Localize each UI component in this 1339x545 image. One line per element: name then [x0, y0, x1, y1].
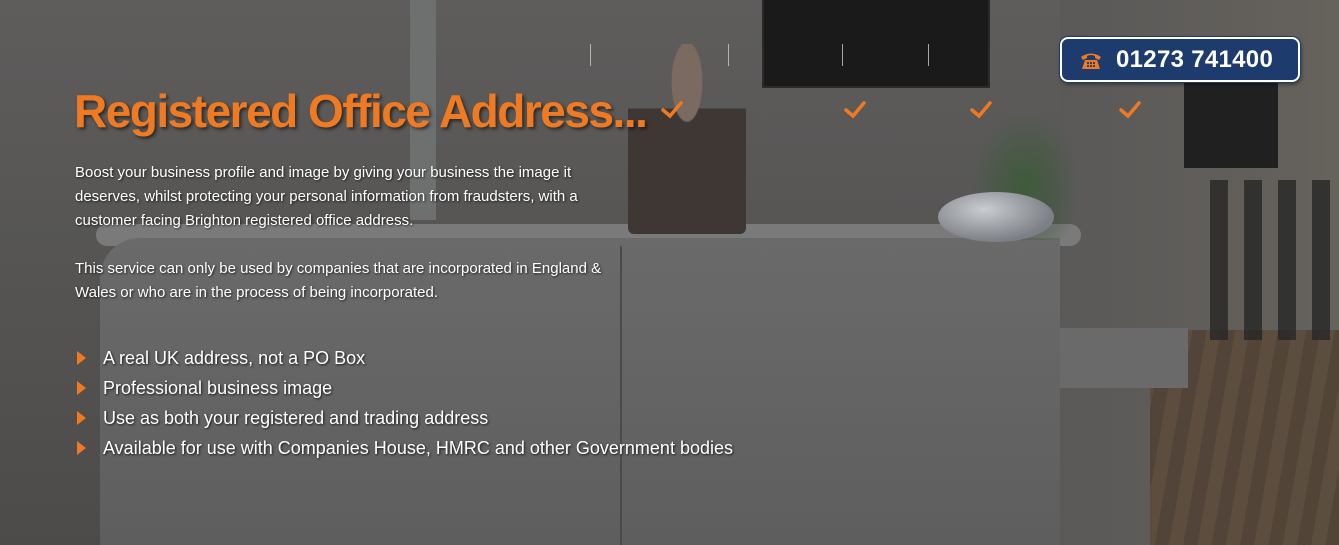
list-item: Professional business image: [77, 373, 733, 403]
feature-list: A real UK address, not a PO Box Professi…: [77, 343, 733, 463]
receptionist-photo: [628, 44, 746, 234]
checkmark-icon: [661, 101, 683, 119]
arrow-right-icon: [77, 351, 86, 365]
divider-line: [842, 44, 843, 66]
checkmark-icon: [844, 101, 866, 119]
reception-desk-side: [1060, 328, 1188, 388]
arrow-right-icon: [77, 441, 86, 455]
list-item: Available for use with Companies House, …: [77, 433, 733, 463]
telephone-icon: [1081, 53, 1101, 69]
feature-text: Use as both your registered and trading …: [103, 407, 489, 428]
divider-line: [928, 44, 929, 66]
background-tv-secondary: [1184, 82, 1278, 168]
divider-line: [728, 44, 729, 66]
list-item: A real UK address, not a PO Box: [77, 343, 733, 373]
background-bowl: [938, 192, 1054, 242]
eligibility-paragraph: This service can only be used by compani…: [75, 260, 602, 301]
intro-paragraph: Boost your business profile and image by…: [75, 164, 578, 229]
feature-text: Professional business image: [103, 377, 333, 398]
background-chairs: [1210, 180, 1339, 340]
feature-text: A real UK address, not a PO Box: [103, 347, 366, 368]
phone-number[interactable]: 01273 741400: [1116, 46, 1273, 74]
checkmark-icon: [1119, 101, 1141, 119]
background-tv: [762, 0, 990, 88]
divider-line: [590, 44, 591, 66]
page-title: Registered Office Address...: [74, 85, 648, 137]
call-phone-button[interactable]: 01273 741400: [1060, 37, 1300, 82]
arrow-right-icon: [77, 411, 86, 425]
arrow-right-icon: [77, 381, 86, 395]
list-item: Use as both your registered and trading …: [77, 403, 733, 433]
checkmark-icon: [970, 101, 992, 119]
feature-text: Available for use with Companies House, …: [103, 437, 733, 458]
